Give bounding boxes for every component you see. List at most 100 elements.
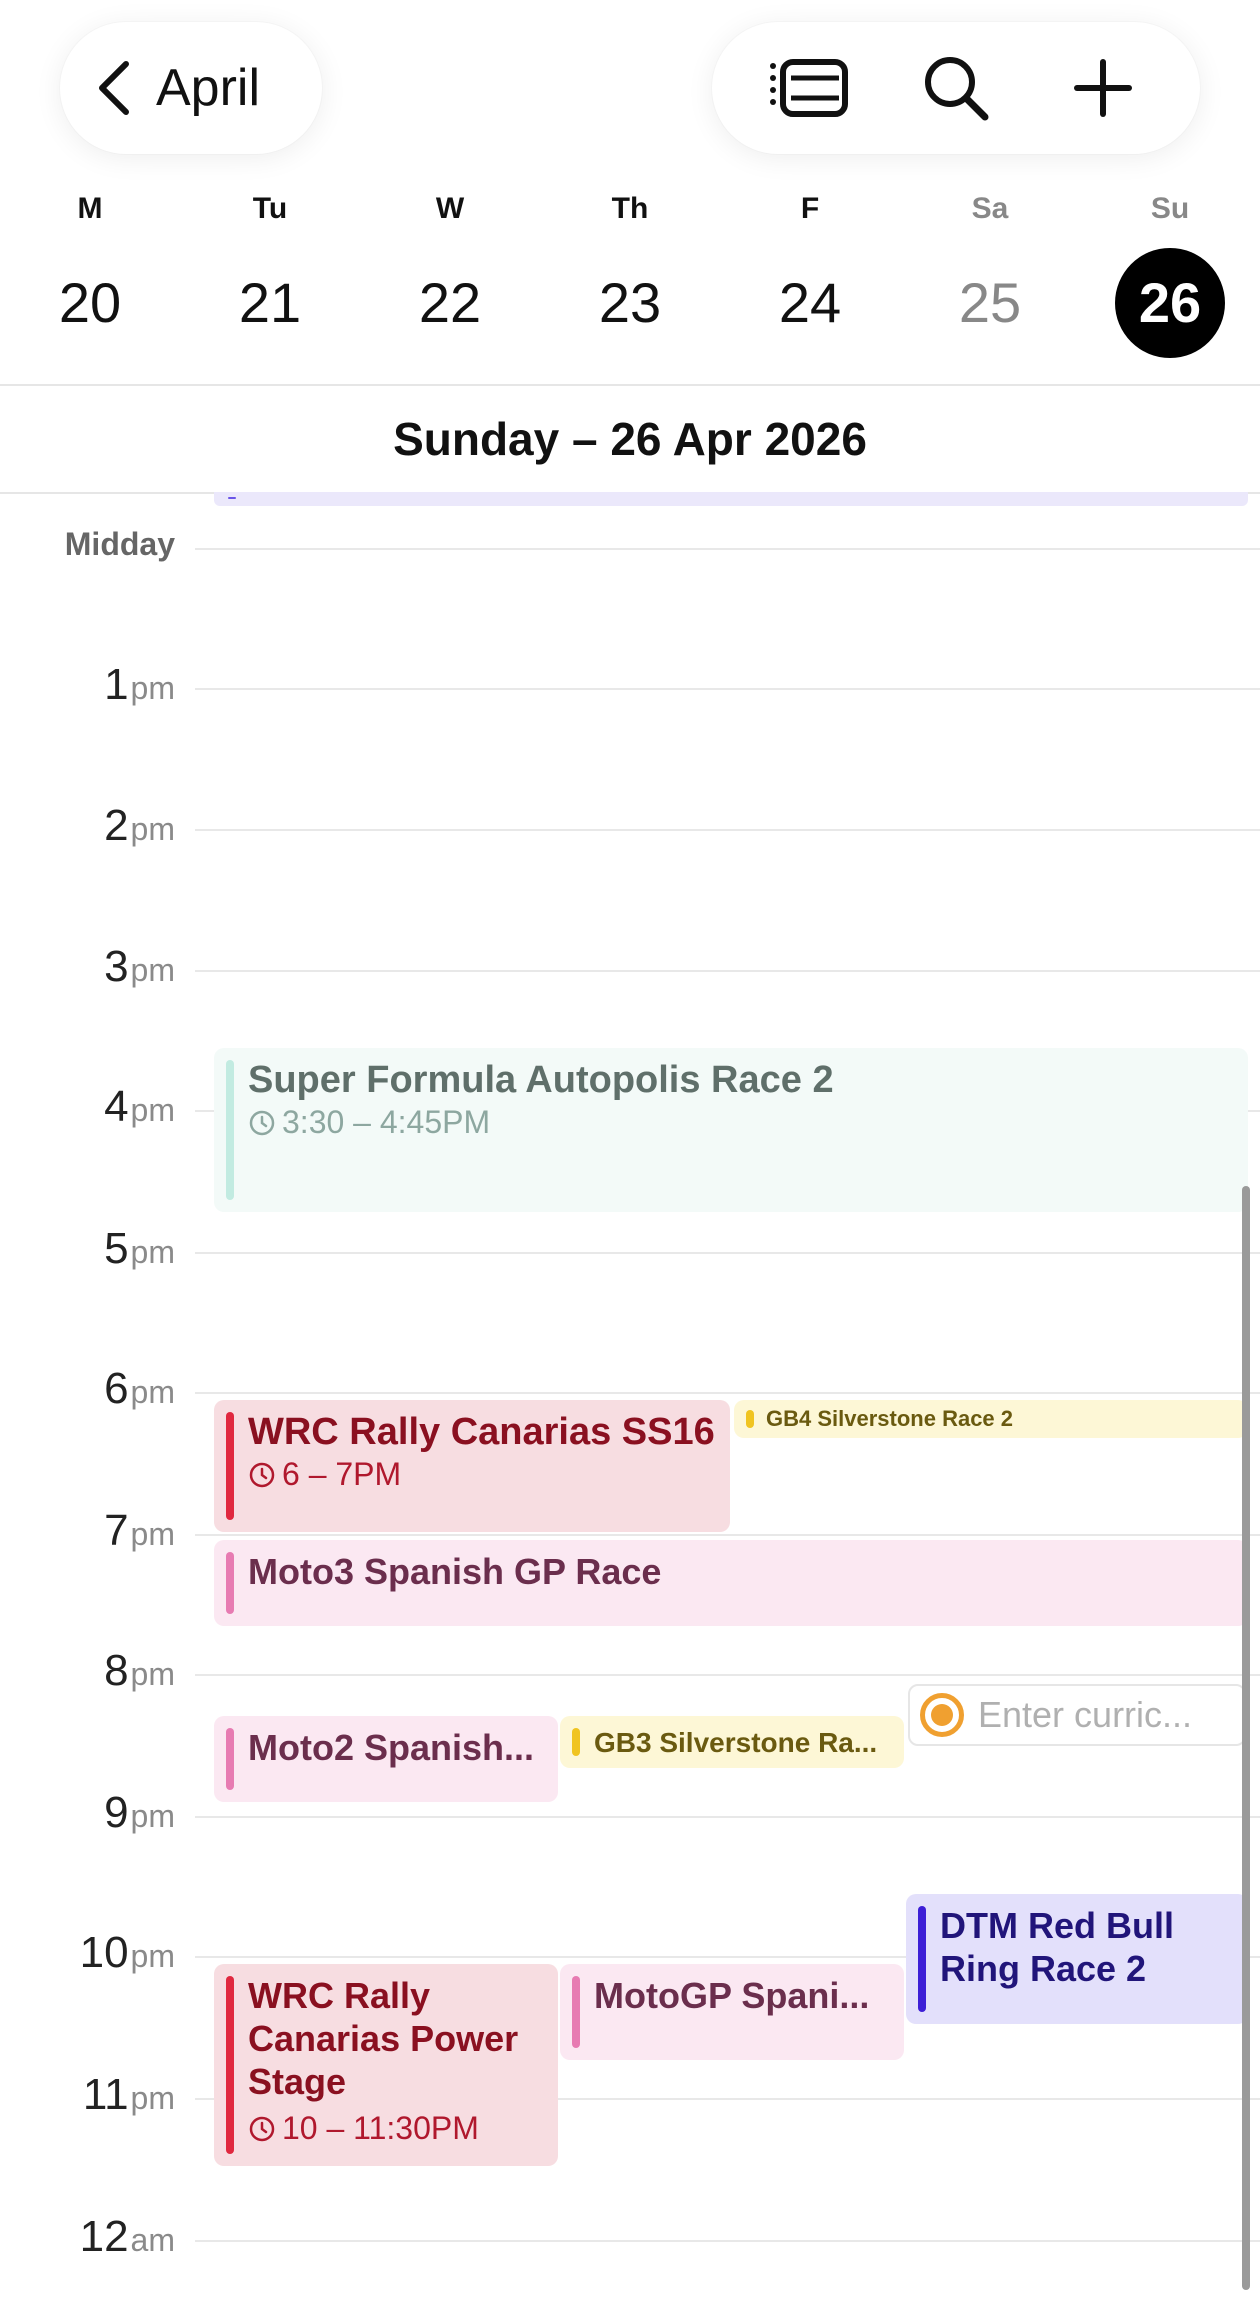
search-button[interactable] xyxy=(906,38,1006,138)
weekday-label-sun: Su xyxy=(1150,192,1190,225)
day-20-button[interactable]: 20 xyxy=(35,248,145,358)
event-title: GB3 Silverstone Ra... xyxy=(594,1727,878,1758)
clock-icon xyxy=(249,1462,275,1487)
hour-line xyxy=(195,548,1260,550)
back-month-label: April xyxy=(156,59,261,117)
event-dtm-red-bull-ring-race-2[interactable]: DTM Red Bull Ring Race 2 xyxy=(906,1894,1248,2024)
event-color-bar xyxy=(572,1976,580,2048)
add-icon xyxy=(1073,59,1132,117)
event-color-bar xyxy=(918,1906,926,2012)
hour-row-11pm: 11pm xyxy=(0,2070,1260,2119)
event-title: DTM Red Bull Ring Race 2 xyxy=(940,1905,1174,1990)
hour-line xyxy=(195,1252,1260,1254)
hour-label-10pm: 10pm xyxy=(80,1928,175,1978)
event-wrc-rally-canarias-ss16[interactable]: WRC Rally Canarias SS16 6 – 7PM xyxy=(214,1400,730,1532)
hour-row-5pm: 5pm xyxy=(0,1224,1260,1273)
event-color-bar xyxy=(572,1728,580,1756)
hour-line xyxy=(195,829,1260,831)
weekday-label-tue: Tu xyxy=(252,192,288,225)
list-view-icon xyxy=(770,59,849,117)
hour-line xyxy=(195,1534,1260,1536)
weekday-label-fri: F xyxy=(800,192,820,225)
event-gb4-silverstone-race-2[interactable]: GB4 Silverstone Race 2 xyxy=(734,1400,1248,1438)
add-event-button[interactable] xyxy=(1053,38,1153,138)
hour-number: 2 xyxy=(104,801,129,850)
event-title: WRC Rally Canarias Power Stage xyxy=(248,1975,519,2103)
event-color-bar xyxy=(228,497,236,499)
header-divider xyxy=(0,384,1260,386)
hour-number: 6 xyxy=(104,1364,129,1413)
hour-suffix: am xyxy=(130,2222,175,2258)
event-title: GB4 Silverstone Race 2 xyxy=(766,1406,1014,1431)
hour-suffix: pm xyxy=(130,1092,175,1128)
hour-suffix: pm xyxy=(130,1516,175,1552)
event-gb3-silverstone[interactable]: GB3 Silverstone Ra... xyxy=(560,1716,904,1768)
hour-suffix: pm xyxy=(130,670,175,706)
event-title: Moto3 Spanish GP Race xyxy=(248,1551,662,1592)
hour-label-4pm: 4pm xyxy=(104,1082,175,1132)
toolbar xyxy=(712,22,1200,154)
day-24-button[interactable]: 24 xyxy=(755,248,865,358)
hour-row-midday: Midday xyxy=(0,526,1260,562)
weekday-label-mon: M xyxy=(77,192,103,225)
hour-number: 4 xyxy=(104,1082,129,1131)
back-to-month-button[interactable]: April xyxy=(60,22,322,154)
event-color-bar xyxy=(226,1060,234,1200)
event-color-bar xyxy=(226,1552,234,1614)
list-view-button[interactable] xyxy=(759,38,859,138)
hour-suffix: pm xyxy=(130,1374,175,1410)
hour-line xyxy=(195,1816,1260,1818)
event-motogp-spanish[interactable]: MotoGP Spani... xyxy=(560,1964,904,2060)
event-color-bar xyxy=(226,1728,234,1790)
day-23-button[interactable]: 23 xyxy=(575,248,685,358)
hour-number: 3 xyxy=(104,942,129,991)
hour-suffix: pm xyxy=(130,1656,175,1692)
hour-suffix: pm xyxy=(130,1798,175,1834)
event-time: 3:30 – 4:45PM xyxy=(248,1104,490,1141)
event-wrc-rally-canarias-power-stage[interactable]: WRC Rally Canarias Power Stage 10 – 11:3… xyxy=(214,1964,558,2166)
hour-label-8pm: 8pm xyxy=(104,1646,175,1696)
event-time-text: 3:30 – 4:45PM xyxy=(282,1104,491,1140)
hour-label-1pm: 1pm xyxy=(104,660,175,710)
hour-line xyxy=(195,688,1260,690)
hour-label-12am: 12am xyxy=(80,2212,175,2262)
event-super-formula-autopolis-race-2[interactable]: Super Formula Autopolis Race 2 3:30 – 4:… xyxy=(214,1048,1248,1212)
event-time: 6 – 7PM xyxy=(248,1456,401,1493)
event-partial-top[interactable] xyxy=(214,492,1248,506)
event-moto3-spanish-gp-race[interactable]: Moto3 Spanish GP Race xyxy=(214,1540,1248,1626)
event-color-bar xyxy=(226,1412,234,1520)
event-title: Moto2 Spanish... xyxy=(248,1727,535,1768)
hour-line xyxy=(195,1392,1260,1394)
day-26-today-button[interactable]: 26 xyxy=(1115,248,1225,358)
day-21-button[interactable]: 21 xyxy=(215,248,325,358)
event-moto2-spanish[interactable]: Moto2 Spanish... xyxy=(214,1716,558,1802)
event-time-text: 10 – 11:30PM xyxy=(282,2110,479,2146)
new-event-draft[interactable] xyxy=(908,1684,1246,1746)
weekday-label-wed: W xyxy=(435,192,465,225)
hour-label-11pm: 11pm xyxy=(83,2070,175,2120)
hour-line xyxy=(195,1674,1260,1676)
weekday-label-sat: Sa xyxy=(971,192,1009,225)
hour-line xyxy=(195,2240,1260,2242)
hour-row-1pm: 1pm xyxy=(0,660,1260,709)
day-22-button[interactable]: 22 xyxy=(395,248,505,358)
new-event-title-input[interactable] xyxy=(978,1694,1238,1736)
hour-label-9pm: 9pm xyxy=(104,1788,175,1838)
hour-number: 10 xyxy=(79,1928,129,1977)
hour-number: 11 xyxy=(82,2070,129,2119)
hour-label-6pm: 6pm xyxy=(104,1364,175,1414)
day-25-button[interactable]: 25 xyxy=(935,248,1045,358)
hour-number: 12 xyxy=(79,2212,129,2261)
event-time: 10 – 11:30PM xyxy=(248,2110,479,2147)
clock-icon xyxy=(249,2116,275,2141)
calendar-color-dot-icon[interactable] xyxy=(920,1693,964,1737)
hour-suffix: pm xyxy=(130,1938,175,1974)
hour-number: 1 xyxy=(104,660,129,709)
hour-row-6pm: 6pm xyxy=(0,1364,1260,1413)
event-time-text: 6 – 7PM xyxy=(282,1456,402,1492)
vertical-scrollbar[interactable] xyxy=(1242,1186,1250,2290)
hour-row-12am: 12am xyxy=(0,2212,1260,2261)
hour-row-3pm: 3pm xyxy=(0,942,1260,991)
clock-icon xyxy=(249,1110,275,1135)
hour-label-3pm: 3pm xyxy=(104,942,175,992)
